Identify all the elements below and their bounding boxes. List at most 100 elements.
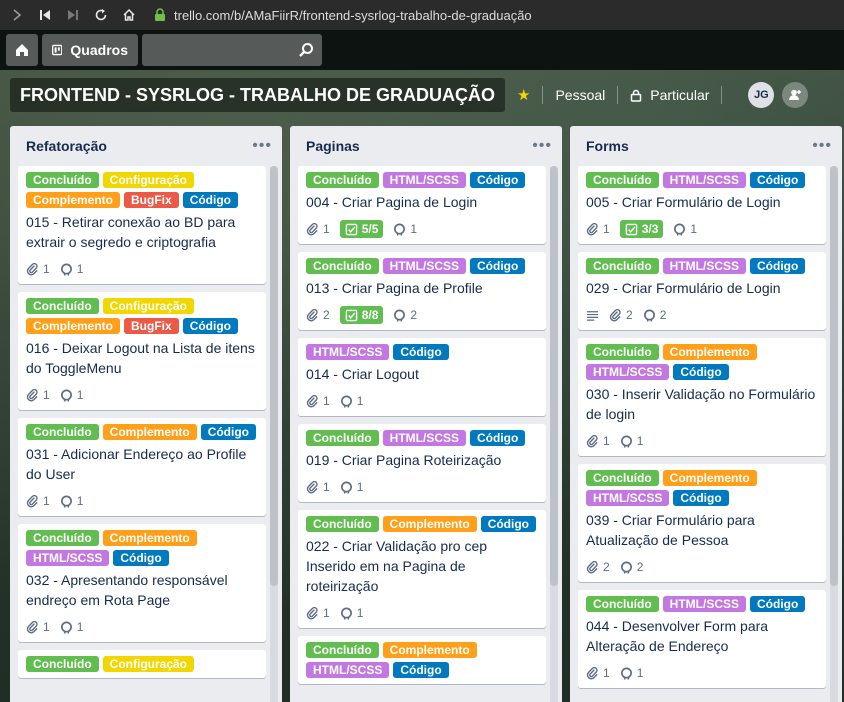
card[interactable]: Concluído Complemento Código 031 - Adiciona… bbox=[18, 418, 266, 516]
home-button[interactable] bbox=[6, 34, 38, 66]
scrollbar-thumb[interactable] bbox=[830, 166, 838, 586]
card[interactable]: Concluído HTML/SCSS Código 029 - Criar Form… bbox=[578, 252, 826, 330]
list-title[interactable]: Forms bbox=[586, 138, 629, 154]
card-label[interactable]: Complemento bbox=[382, 516, 477, 532]
list-menu-icon[interactable]: ••• bbox=[532, 137, 552, 155]
skip-back-icon[interactable] bbox=[34, 4, 56, 26]
search-input[interactable] bbox=[142, 34, 322, 66]
card-label[interactable]: Código bbox=[470, 172, 526, 188]
card-label[interactable]: Concluído bbox=[26, 656, 99, 672]
card-label[interactable]: Concluído bbox=[586, 470, 659, 486]
card-label[interactable]: Concluído bbox=[586, 596, 659, 612]
card[interactable]: Concluído Complemento HTML/SCSS Código 039 -… bbox=[578, 464, 826, 582]
card-label[interactable]: Concluído bbox=[586, 258, 659, 274]
card-label[interactable]: HTML/SCSS bbox=[382, 258, 467, 274]
card-label[interactable]: HTML/SCSS bbox=[26, 550, 110, 566]
card-label[interactable]: Código bbox=[182, 318, 239, 334]
card-label[interactable]: Código bbox=[393, 344, 449, 360]
card-label[interactable]: HTML/SCSS bbox=[662, 258, 747, 274]
card-label[interactable]: Código bbox=[393, 662, 449, 678]
card-label[interactable]: Código bbox=[673, 490, 729, 506]
team-button[interactable]: Pessoal bbox=[555, 87, 605, 103]
card[interactable]: Concluído Complemento HTML/SCSS Código 032 -… bbox=[18, 524, 266, 642]
card[interactable]: Concluído HTML/SCSS Código 005 - Criar Form… bbox=[578, 166, 826, 244]
attachment-count: 1 bbox=[603, 222, 610, 236]
card[interactable]: Concluído Configuração Complemento BugFix Có… bbox=[18, 166, 266, 284]
card-label[interactable]: HTML/SCSS bbox=[306, 662, 390, 678]
list-menu-icon[interactable]: ••• bbox=[812, 137, 832, 155]
card-label[interactable]: Complemento bbox=[662, 470, 757, 486]
card-label[interactable]: Concluído bbox=[306, 258, 379, 274]
card-list: Concluído Configuração Complemento BugFix Có… bbox=[18, 166, 266, 686]
card-label[interactable]: HTML/SCSS bbox=[586, 490, 670, 506]
card-label[interactable]: Complemento bbox=[102, 424, 197, 440]
board-title[interactable]: FRONTEND - SYSRLOG - TRABALHO DE GRADUAÇ… bbox=[10, 78, 505, 112]
boards-button[interactable]: Quadros bbox=[42, 34, 138, 66]
card-label[interactable]: Concluído bbox=[26, 298, 99, 314]
avatar[interactable]: JG bbox=[748, 82, 775, 108]
card-badges: 11 bbox=[306, 474, 538, 500]
card-label[interactable]: Código bbox=[113, 550, 169, 566]
card[interactable]: Concluído HTML/SCSS Código 004 - Criar Pagi… bbox=[298, 166, 546, 244]
card-label[interactable]: Configuração bbox=[102, 172, 195, 188]
skip-forward-icon[interactable] bbox=[62, 4, 84, 26]
chevron-right-icon[interactable] bbox=[6, 4, 28, 26]
card-label[interactable]: HTML/SCSS bbox=[586, 364, 670, 380]
card-label[interactable]: Concluído bbox=[586, 344, 659, 360]
card[interactable]: HTML/SCSS Código 014 - Criar Logout 1 1 bbox=[298, 338, 546, 416]
card-label[interactable]: HTML/SCSS bbox=[382, 172, 467, 188]
card-label[interactable]: HTML/SCSS bbox=[662, 172, 747, 188]
reload-icon[interactable] bbox=[90, 4, 112, 26]
card-label[interactable]: Complemento bbox=[26, 192, 121, 208]
card-label[interactable]: Concluído bbox=[26, 172, 99, 188]
github-badge: 2 bbox=[643, 308, 666, 322]
card-label[interactable]: Complemento bbox=[26, 318, 121, 334]
card-label[interactable]: BugFix bbox=[124, 318, 179, 334]
card-label[interactable]: Código bbox=[673, 364, 729, 380]
list-title[interactable]: Refatoração bbox=[26, 138, 107, 154]
card-label[interactable]: Complemento bbox=[382, 642, 477, 658]
visibility-button[interactable]: Particular bbox=[630, 87, 709, 103]
card[interactable]: Concluído HTML/SCSS Código 044 - Desenvolve… bbox=[578, 590, 826, 688]
star-icon[interactable]: ★ bbox=[517, 86, 530, 104]
card-label[interactable]: Concluído bbox=[306, 172, 379, 188]
attachment-badge: 1 bbox=[26, 620, 50, 634]
card-label[interactable]: Concluído bbox=[586, 172, 659, 188]
card-label[interactable]: HTML/SCSS bbox=[306, 344, 390, 360]
card-label[interactable]: Concluído bbox=[306, 430, 379, 446]
card-label[interactable]: BugFix bbox=[124, 192, 179, 208]
card-label[interactable]: Código bbox=[750, 172, 806, 188]
card[interactable]: Concluído Complemento HTML/SCSS Código 030 -… bbox=[578, 338, 826, 456]
card-label[interactable]: Concluído bbox=[306, 516, 379, 532]
home-icon[interactable] bbox=[118, 4, 140, 26]
card-label[interactable]: Complemento bbox=[102, 530, 197, 546]
card-label[interactable]: HTML/SCSS bbox=[382, 430, 467, 446]
list-title[interactable]: Paginas bbox=[306, 138, 360, 154]
card-label[interactable]: Código bbox=[470, 258, 526, 274]
attachment-count: 1 bbox=[323, 222, 330, 236]
card-label[interactable]: Código bbox=[200, 424, 257, 440]
card[interactable]: Concluído Configuração bbox=[18, 650, 266, 678]
card[interactable]: Concluído Complemento HTML/SCSS Código bbox=[298, 636, 546, 684]
card-label[interactable]: Concluído bbox=[26, 530, 99, 546]
card-label[interactable]: HTML/SCSS bbox=[662, 596, 747, 612]
card-label[interactable]: Código bbox=[750, 258, 806, 274]
scrollbar-thumb[interactable] bbox=[270, 166, 278, 586]
card-label[interactable]: Complemento bbox=[662, 344, 757, 360]
card[interactable]: Concluído Configuração Complemento BugFix Có… bbox=[18, 292, 266, 410]
card-label[interactable]: Configuração bbox=[102, 298, 195, 314]
list-menu-icon[interactable]: ••• bbox=[252, 137, 272, 155]
card-label[interactable]: Código bbox=[750, 596, 806, 612]
card[interactable]: Concluído HTML/SCSS Código 019 - Criar Pagi… bbox=[298, 424, 546, 502]
invite-member-button[interactable] bbox=[782, 82, 809, 108]
address-bar[interactable]: trello.com/b/AMaFiirR/frontend-sysrlog-t… bbox=[154, 8, 532, 23]
card-label[interactable]: Configuração bbox=[102, 656, 195, 672]
card[interactable]: Concluído Complemento Código 022 - Criar Va… bbox=[298, 510, 546, 628]
card-label[interactable]: Concluído bbox=[26, 424, 99, 440]
card-label[interactable]: Concluído bbox=[306, 642, 379, 658]
card-label[interactable]: Código bbox=[470, 430, 526, 446]
card[interactable]: Concluído HTML/SCSS Código 013 - Criar Pagi… bbox=[298, 252, 546, 330]
card-label[interactable]: Código bbox=[182, 192, 239, 208]
scrollbar-thumb[interactable] bbox=[550, 166, 558, 586]
card-label[interactable]: Código bbox=[480, 516, 537, 532]
